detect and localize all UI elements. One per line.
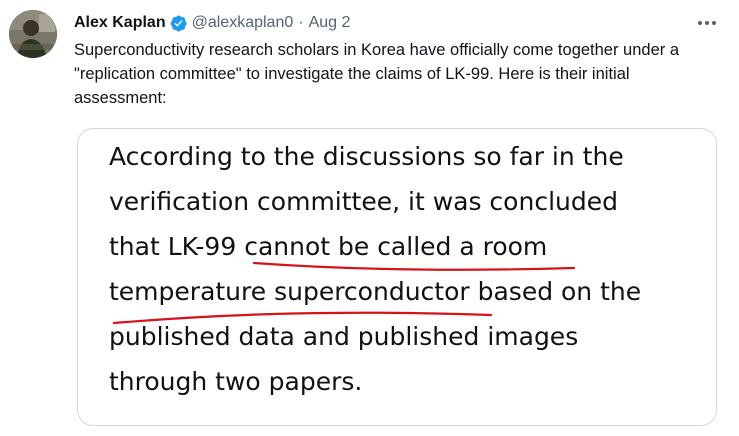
author-name[interactable]: Alex Kaplan — [74, 14, 166, 32]
tweet-header: Alex Kaplan @alexkaplan0 · Aug 2 — [74, 12, 350, 34]
tweet-media-image[interactable]: According to the discussions so far in t… — [77, 128, 717, 426]
verified-badge-icon — [169, 14, 188, 33]
tweet-date[interactable]: Aug 2 — [309, 14, 351, 32]
more-options-icon — [698, 21, 716, 25]
image-text-line: temperature superconductor based on the — [109, 277, 642, 306]
avatar[interactable] — [9, 10, 57, 58]
author-handle[interactable]: @alexkaplan0 — [192, 14, 294, 32]
tweet: Alex Kaplan @alexkaplan0 · Aug 2 Superco… — [0, 0, 739, 436]
separator-dot: · — [298, 14, 304, 31]
image-text-line: verification committee, it was concluded — [109, 187, 618, 216]
image-text-line: that LK-99 cannot be called a room — [109, 232, 548, 261]
image-text-line: According to the discussions so far in t… — [109, 142, 624, 171]
image-text-line: published data and published images — [109, 322, 579, 351]
tweet-text: Superconductivity research scholars in K… — [74, 41, 680, 107]
avatar-photo — [9, 10, 57, 58]
image-text-line: through two papers. — [109, 367, 363, 396]
more-options-button[interactable] — [692, 12, 722, 34]
